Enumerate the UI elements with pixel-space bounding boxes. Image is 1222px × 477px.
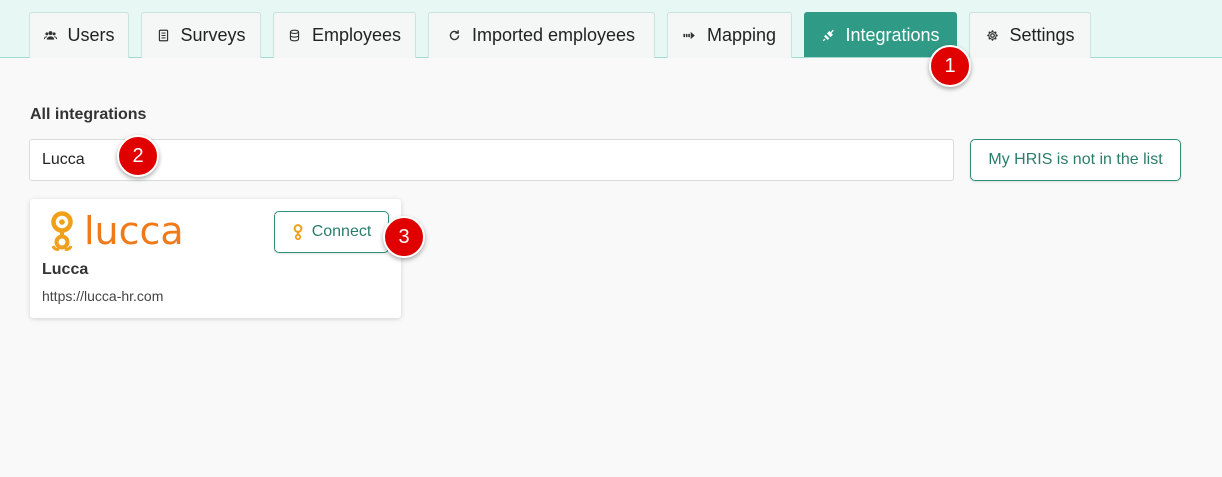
connect-label: Connect (311, 223, 372, 240)
arrows-right-icon (683, 29, 697, 43)
tab-users[interactable]: Users (29, 12, 129, 58)
connect-button[interactable]: Connect (274, 211, 389, 253)
tab-label: Imported employees (471, 25, 636, 45)
refresh-icon (448, 29, 462, 43)
step-marker-2: 2 (117, 135, 159, 177)
tab-bar: Users Surveys Employees Imported employe… (0, 0, 1222, 58)
hris-not-listed-button[interactable]: My HRIS is not in the list (970, 139, 1181, 181)
tab-label: Integrations (845, 24, 940, 45)
gear-icon (985, 29, 999, 43)
lucca-logo-text: lucca (84, 209, 184, 253)
integration-card: lucca Connect Lucca https://lucca-hr.com (30, 199, 401, 318)
integration-url: https://lucca-hr.com (42, 288, 164, 304)
tab-surveys[interactable]: Surveys (141, 12, 261, 58)
users-icon (43, 29, 57, 43)
tab-mapping[interactable]: Mapping (667, 12, 792, 58)
lucca-logo: lucca (48, 211, 184, 251)
tab-label: Surveys (180, 25, 246, 45)
database-icon (288, 29, 302, 43)
survey-icon (156, 29, 170, 43)
tab-imported-employees[interactable]: Imported employees (428, 12, 655, 58)
plug-icon (821, 28, 835, 42)
lucca-logo-icon (51, 211, 73, 251)
integration-name: Lucca (42, 261, 89, 278)
section-title: All integrations (30, 106, 147, 123)
tab-settings[interactable]: Settings (969, 12, 1091, 58)
search-input[interactable] (29, 139, 954, 181)
step-marker-1: 1 (929, 45, 971, 87)
tab-integrations[interactable]: Integrations (804, 12, 957, 57)
tab-label: Users (67, 25, 115, 45)
step-marker-3: 3 (383, 216, 425, 258)
lucca-small-icon (293, 224, 303, 240)
tab-label: Settings (1009, 25, 1075, 45)
tab-employees[interactable]: Employees (273, 12, 416, 58)
tab-label: Mapping (706, 25, 777, 45)
tab-label: Employees (311, 25, 402, 45)
